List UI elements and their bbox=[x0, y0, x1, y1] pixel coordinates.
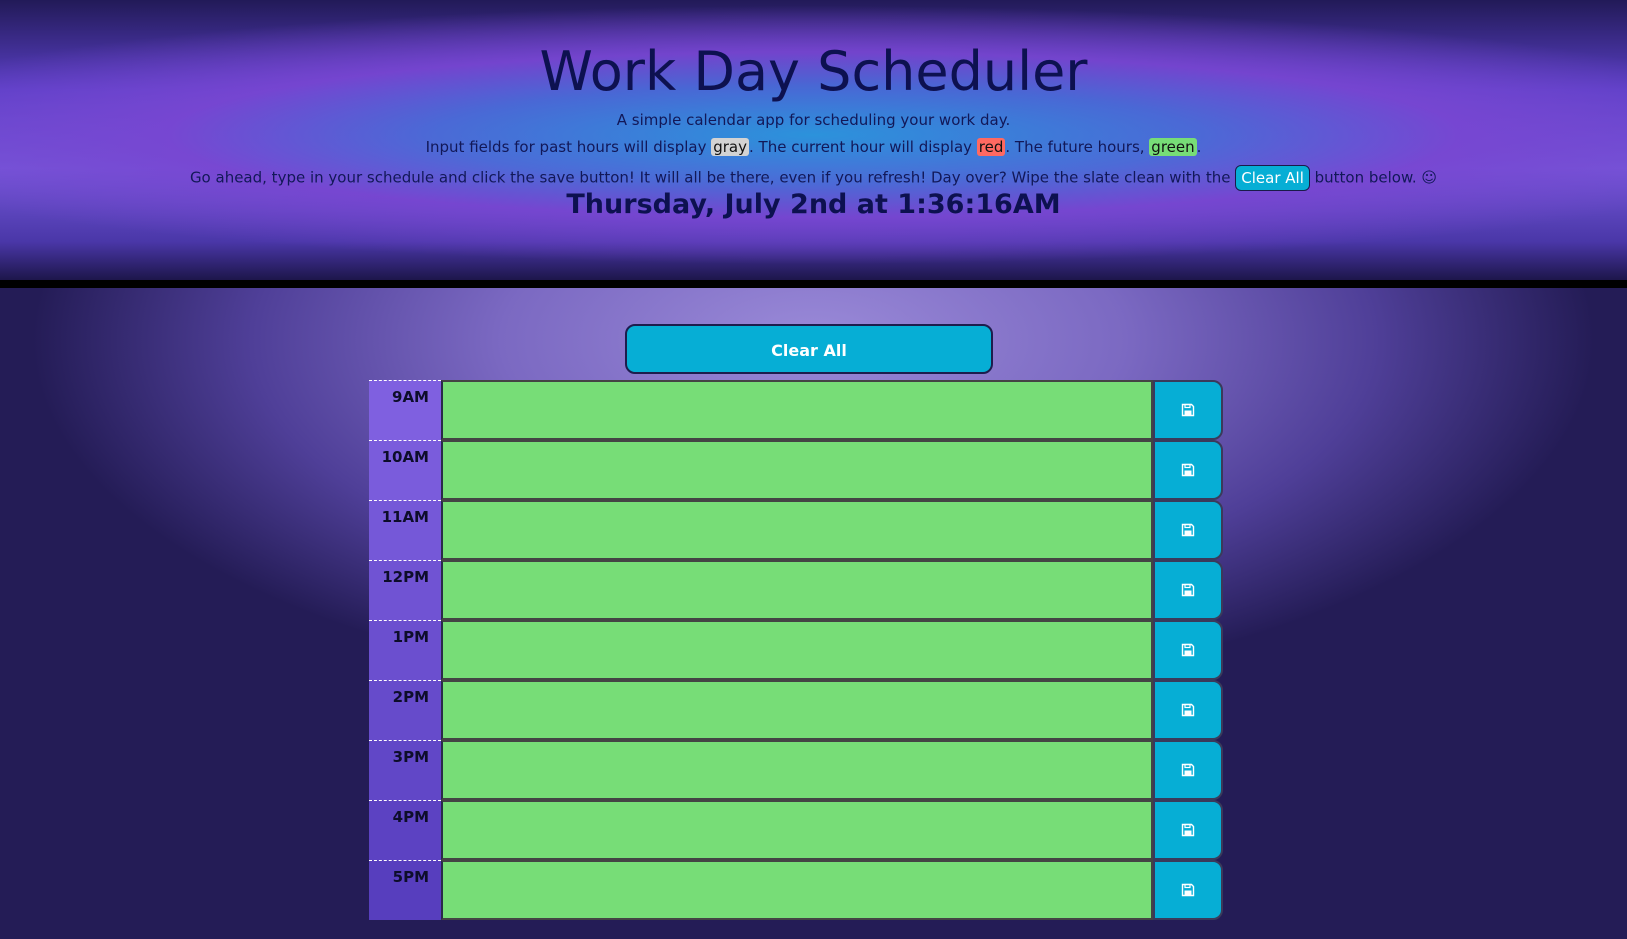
legend-green-swatch: green bbox=[1149, 138, 1197, 156]
time-block: 2PM bbox=[369, 680, 1223, 740]
event-input[interactable] bbox=[441, 680, 1153, 740]
floppy-disk-icon bbox=[1181, 883, 1195, 897]
hour-label: 5PM bbox=[369, 860, 441, 920]
floppy-disk-icon bbox=[1181, 643, 1195, 657]
save-button[interactable] bbox=[1153, 620, 1223, 680]
clear-all-button[interactable]: Clear All bbox=[625, 324, 993, 374]
save-button[interactable] bbox=[1153, 500, 1223, 560]
legend-text-3: . The future hours, bbox=[1005, 138, 1150, 156]
instructions-text-2: button below. ☺ bbox=[1309, 168, 1438, 187]
floppy-disk-icon bbox=[1181, 823, 1195, 837]
hour-label: 1PM bbox=[369, 620, 441, 680]
hour-label: 4PM bbox=[369, 800, 441, 860]
legend-gray-swatch: gray bbox=[711, 138, 749, 156]
event-input[interactable] bbox=[441, 740, 1153, 800]
time-block-list: 9AM 10AM 11AM 12PM 1PM 2PM 3PM 4PM 5PM bbox=[369, 380, 1223, 920]
floppy-disk-icon bbox=[1181, 763, 1195, 777]
page-title: Work Day Scheduler bbox=[539, 40, 1088, 103]
save-button[interactable] bbox=[1153, 380, 1223, 440]
save-button[interactable] bbox=[1153, 800, 1223, 860]
lead-color-legend: Input fields for past hours will display… bbox=[0, 138, 1627, 156]
current-datetime: Thursday, July 2nd at 1:36:16AM bbox=[566, 189, 1061, 220]
legend-text-1: Input fields for past hours will display bbox=[425, 138, 712, 156]
event-input[interactable] bbox=[441, 440, 1153, 500]
event-input[interactable] bbox=[441, 380, 1153, 440]
time-block: 1PM bbox=[369, 620, 1223, 680]
lead-description: A simple calendar app for scheduling you… bbox=[616, 111, 1011, 129]
event-input[interactable] bbox=[441, 800, 1153, 860]
time-block: 10AM bbox=[369, 440, 1223, 500]
page-header: Work Day Scheduler A simple calendar app… bbox=[0, 0, 1627, 281]
event-input[interactable] bbox=[441, 500, 1153, 560]
time-block: 12PM bbox=[369, 560, 1223, 620]
inline-clear-all-button[interactable]: Clear All bbox=[1235, 165, 1310, 191]
floppy-disk-icon bbox=[1181, 403, 1195, 417]
instructions-text-1: Go ahead, type in your schedule and clic… bbox=[189, 168, 1236, 187]
event-input[interactable] bbox=[441, 560, 1153, 620]
save-button[interactable] bbox=[1153, 740, 1223, 800]
hour-label: 9AM bbox=[369, 380, 441, 440]
event-input[interactable] bbox=[441, 620, 1153, 680]
floppy-disk-icon bbox=[1181, 703, 1195, 717]
save-button[interactable] bbox=[1153, 680, 1223, 740]
hour-label: 2PM bbox=[369, 680, 441, 740]
save-button[interactable] bbox=[1153, 560, 1223, 620]
floppy-disk-icon bbox=[1181, 463, 1195, 477]
hour-label: 11AM bbox=[369, 500, 441, 560]
hour-label: 10AM bbox=[369, 440, 441, 500]
legend-red-swatch: red bbox=[976, 138, 1006, 156]
scheduler-container: Clear All 9AM 10AM 11AM 12PM 1PM 2PM 3PM 4PM 5PM bbox=[0, 288, 1627, 939]
event-input[interactable] bbox=[441, 860, 1153, 920]
header-divider bbox=[0, 280, 1627, 288]
lead-instructions: Go ahead, type in your schedule and clic… bbox=[0, 165, 1627, 191]
floppy-disk-icon bbox=[1181, 523, 1195, 537]
time-block: 11AM bbox=[369, 500, 1223, 560]
save-button[interactable] bbox=[1153, 860, 1223, 920]
hour-label: 12PM bbox=[369, 560, 441, 620]
time-block: 3PM bbox=[369, 740, 1223, 800]
hour-label: 3PM bbox=[369, 740, 441, 800]
save-button[interactable] bbox=[1153, 440, 1223, 500]
legend-text-4: . bbox=[1196, 138, 1202, 156]
floppy-disk-icon bbox=[1181, 583, 1195, 597]
time-block: 5PM bbox=[369, 860, 1223, 920]
time-block: 9AM bbox=[369, 380, 1223, 440]
legend-text-2: . The current hour will display bbox=[749, 138, 977, 156]
time-block: 4PM bbox=[369, 800, 1223, 860]
